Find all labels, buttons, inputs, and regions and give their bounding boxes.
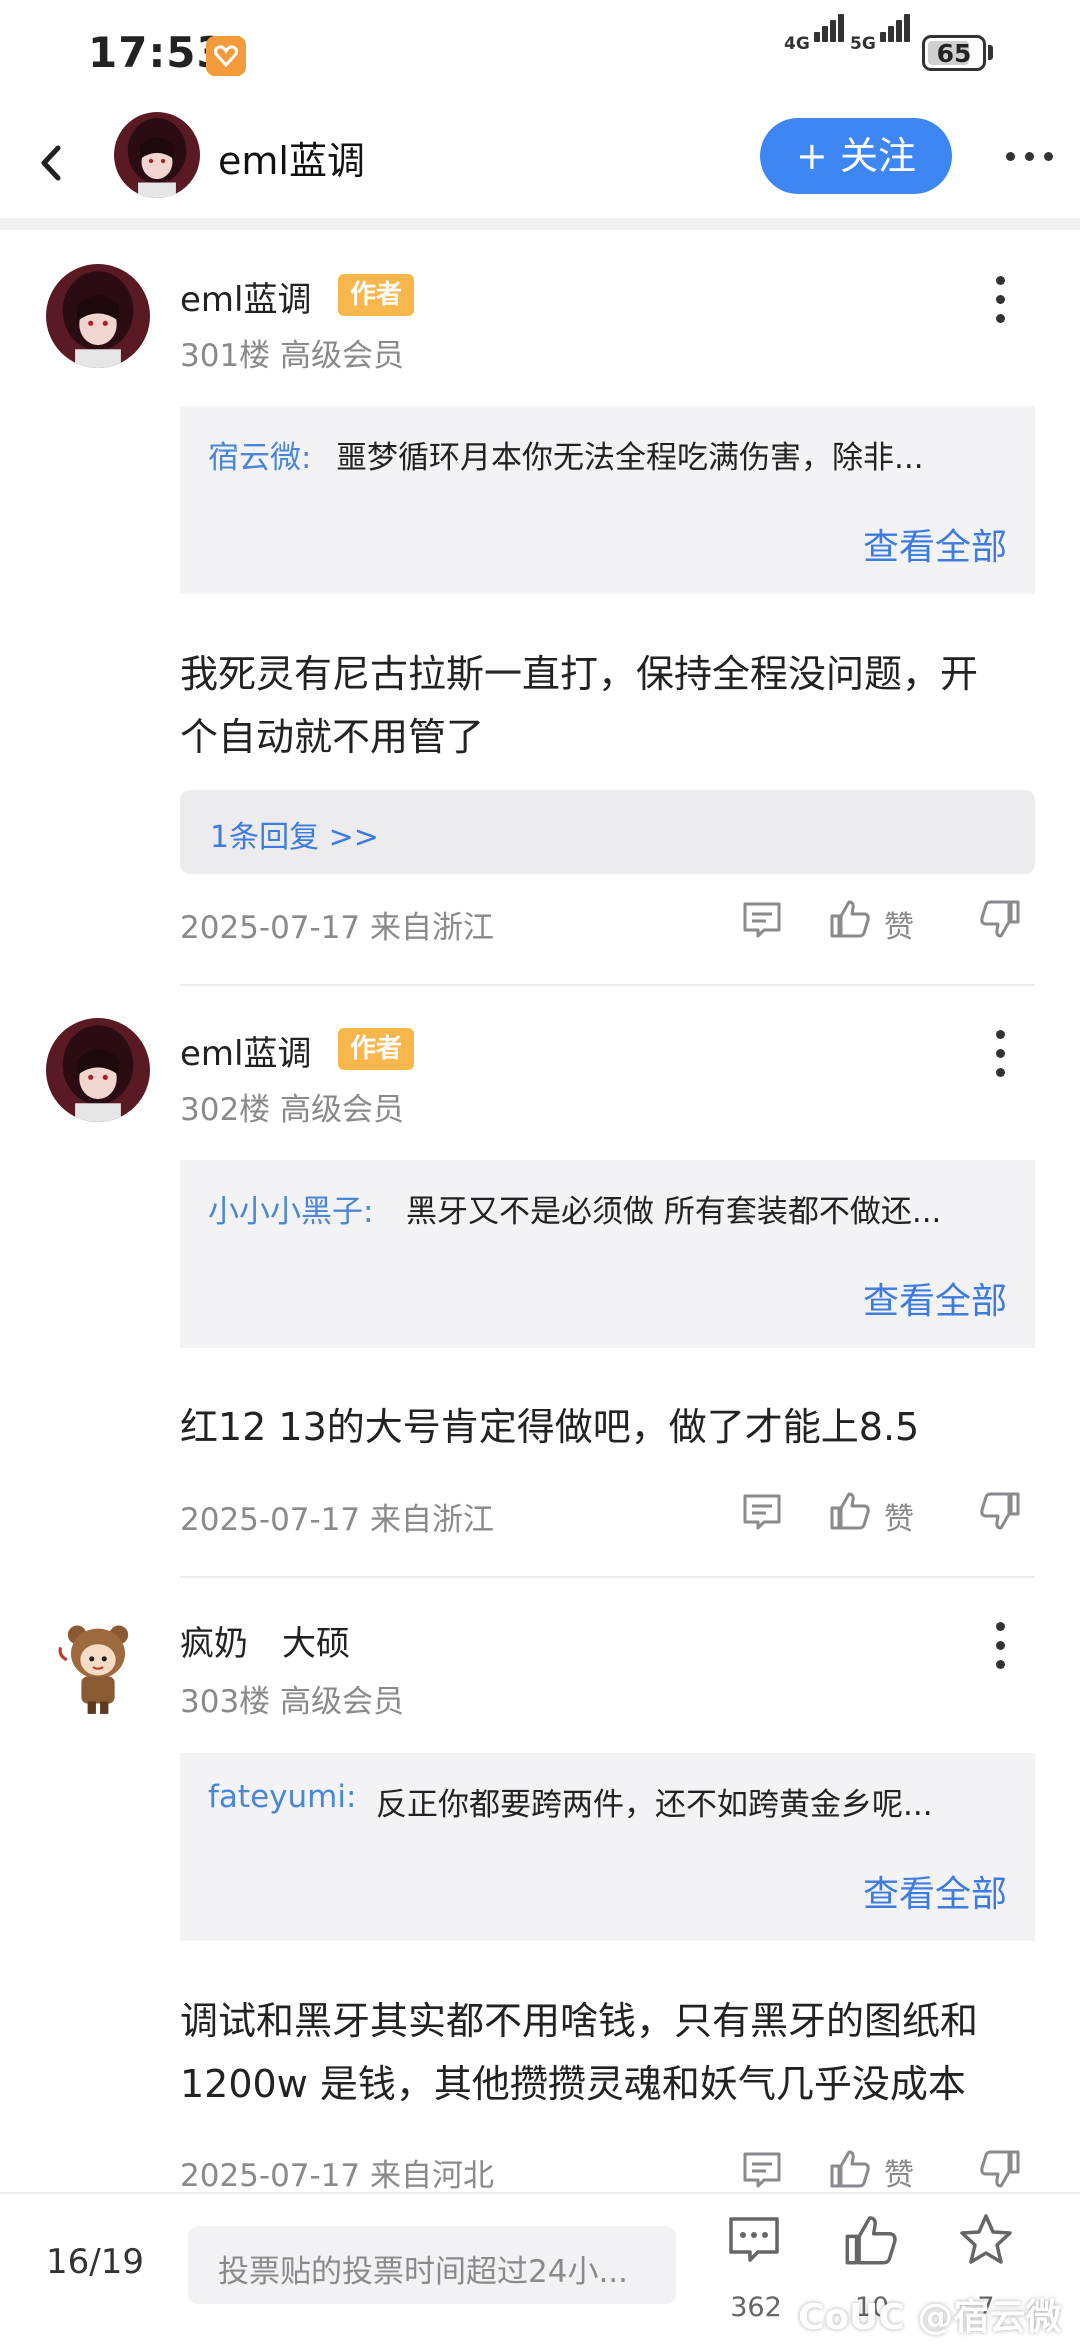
header-username[interactable]: eml蓝调 [218, 130, 365, 185]
view-all-link[interactable]: 查看全部 [863, 1272, 1007, 1324]
watermark: CoUC @宿云微 [798, 2297, 1062, 2338]
post-username[interactable]: eml蓝调 [180, 1026, 311, 1075]
post-floor-meta: 301楼 高级会员 [180, 338, 405, 374]
author-badge: 作者 [338, 1028, 415, 1070]
header-divider [0, 218, 1080, 230]
quote-username[interactable]: fateyumi: [208, 1779, 356, 1815]
quote-username[interactable]: 宿云微: [208, 432, 311, 477]
replies-link[interactable]: 1条回复 >> [180, 790, 1035, 874]
post-body: 红12 13的大号肯定得做吧，做了才能上8.5 [180, 1405, 920, 1449]
comment-icon[interactable] [740, 1490, 784, 1538]
post-date: 2025-07-17 来自河北 [180, 2158, 495, 2194]
quote-text: 反正你都要跨两件，还不如跨黄金乡呢... [376, 1787, 933, 1823]
post-body: 我死灵有尼古拉斯一直打，保持全程没问题，开 个自动就不用管了 [180, 652, 979, 759]
post-date: 2025-07-17 来自浙江 [180, 910, 495, 946]
quote-username[interactable]: 小小小黑子: [208, 1186, 373, 1231]
post-username[interactable]: 疯奶 大硕 [180, 1616, 350, 1665]
thumb-up-icon[interactable] [828, 896, 872, 944]
page-indicator[interactable]: 16/19 [46, 2242, 144, 2282]
thumb-up-icon[interactable] [842, 2210, 900, 2272]
post-date: 2025-07-17 来自浙江 [180, 1502, 495, 1538]
like-label[interactable]: 赞 [884, 2150, 914, 2194]
quoted-comment[interactable]: 宿云微: 噩梦循环月本你无法全程吃满伤害，除非... 查看全部 [180, 406, 1035, 594]
post-more-icon[interactable] [994, 276, 1008, 324]
quote-text: 黑牙又不是必须做 所有套装都不做还... [406, 1194, 942, 1230]
post-divider [180, 1576, 1035, 1578]
header-avatar[interactable] [114, 112, 200, 198]
view-all-link[interactable]: 查看全部 [863, 1865, 1007, 1917]
star-icon[interactable] [956, 2210, 1016, 2274]
back-arrow-icon[interactable] [32, 138, 72, 188]
post-body: 调试和黑牙其实都不用啥钱，只有黑牙的图纸和 1200w 是钱，其他攒攒灵魂和妖气… [180, 1999, 979, 2106]
status-bar: 17:53 4G 5G 65 [0, 0, 1080, 110]
like-label[interactable]: 赞 [884, 1494, 914, 1538]
thumb-down-icon[interactable] [978, 2148, 1022, 2196]
view-all-link[interactable]: 查看全部 [863, 518, 1007, 570]
comment-icon[interactable] [740, 2148, 784, 2196]
thumb-down-icon[interactable] [978, 898, 1022, 946]
comment-count-icon[interactable] [726, 2212, 782, 2272]
follow-button[interactable]: + 关注 [760, 118, 952, 194]
quoted-comment[interactable]: fateyumi: 反正你都要跨两件，还不如跨黄金乡呢... 查看全部 [180, 1753, 1035, 1941]
post-more-icon[interactable] [994, 1622, 1008, 1670]
battery-icon: 65 [922, 35, 986, 71]
thumb-down-icon[interactable] [978, 1490, 1022, 1538]
author-badge: 作者 [338, 274, 415, 316]
comment-icon[interactable] [740, 898, 784, 946]
post-username[interactable]: eml蓝调 [180, 272, 311, 321]
app-notification-icon [206, 36, 246, 76]
comment-count: 362 [730, 2292, 782, 2323]
quote-text: 噩梦循环月本你无法全程吃满伤害，除非... [336, 440, 924, 476]
post-avatar[interactable] [46, 1612, 150, 1716]
post-more-icon[interactable] [994, 1030, 1008, 1078]
more-icon[interactable] [1006, 152, 1054, 162]
post-divider [180, 984, 1035, 986]
like-label[interactable]: 赞 [884, 902, 914, 946]
post-avatar[interactable] [46, 1018, 150, 1122]
post-floor-meta: 303楼 高级会员 [180, 1684, 405, 1720]
reply-input[interactable]: 投票贴的投票时间超过24小... [188, 2226, 676, 2304]
quoted-comment[interactable]: 小小小黑子: 黑牙又不是必须做 所有套装都不做还... 查看全部 [180, 1160, 1035, 1348]
thumb-up-icon[interactable] [828, 2146, 872, 2194]
thumb-up-icon[interactable] [828, 1488, 872, 1536]
post-floor-meta: 302楼 高级会员 [180, 1092, 405, 1128]
post-avatar[interactable] [46, 264, 150, 368]
